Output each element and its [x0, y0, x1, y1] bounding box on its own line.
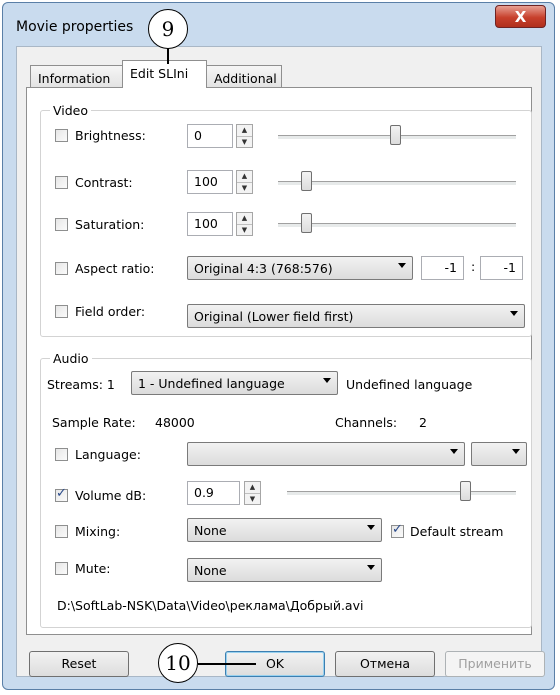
streams-label: Streams: 1: [47, 377, 115, 392]
aspect-ratio-label: Aspect ratio:: [75, 261, 155, 276]
saturation-slider-thumb[interactable]: [301, 213, 312, 233]
mute-label: Mute:: [75, 561, 111, 576]
brightness-slider-thumb[interactable]: [390, 125, 401, 145]
video-legend: Video: [50, 103, 92, 118]
close-button[interactable]: X: [495, 5, 546, 28]
language-dropdown[interactable]: [187, 442, 465, 466]
volume-input[interactable]: 0.9: [187, 481, 240, 505]
stream-dropdown[interactable]: 1 - Undefined language: [131, 371, 338, 395]
file-path: D:\SoftLab-NSK\Data\Video\реклама\Добрый…: [57, 598, 364, 613]
brightness-input[interactable]: 0: [187, 124, 233, 148]
volume-slider-thumb[interactable]: [460, 481, 471, 501]
brightness-spinner[interactable]: ▲ ▼: [236, 124, 253, 148]
callout-ten-leader: [198, 663, 256, 665]
mute-selected: None: [194, 563, 227, 578]
contrast-slider-track: [278, 181, 516, 186]
contrast-checkbox[interactable]: [55, 176, 68, 189]
saturation-input[interactable]: 100: [187, 212, 233, 236]
saturation-spinner[interactable]: ▲ ▼: [236, 212, 253, 236]
aspect-ratio-selected: Original 4:3 (768:576): [194, 261, 333, 276]
contrast-slider-thumb[interactable]: [301, 171, 312, 191]
chevron-down-icon: [323, 378, 331, 383]
aspect-separator: :: [471, 259, 476, 274]
language-secondary-dropdown[interactable]: [471, 442, 527, 466]
chevron-down-icon: [510, 311, 518, 316]
reset-button[interactable]: Reset: [29, 651, 129, 677]
mute-checkbox[interactable]: [55, 562, 68, 575]
apply-button[interactable]: Применить: [445, 651, 545, 677]
mixing-dropdown[interactable]: None: [187, 518, 382, 542]
language-label: Language:: [75, 447, 141, 462]
language-checkbox[interactable]: [55, 448, 68, 461]
field-order-label: Field order:: [75, 304, 146, 319]
channels-value: 2: [419, 415, 427, 430]
brightness-label: Brightness:: [75, 128, 146, 143]
aspect-ratio-dropdown[interactable]: Original 4:3 (768:576): [187, 256, 413, 280]
field-order-dropdown[interactable]: Original (Lower field first): [187, 304, 525, 328]
mixing-selected: None: [194, 523, 227, 538]
default-stream-checkbox[interactable]: [391, 522, 404, 538]
chevron-down-icon: [398, 263, 406, 268]
field-order-checkbox[interactable]: [55, 305, 68, 318]
volume-label: Volume dB:: [75, 488, 147, 503]
tab-information[interactable]: Information: [30, 65, 123, 87]
mixing-label: Mixing:: [75, 524, 121, 539]
aspect-y-input[interactable]: -1: [480, 256, 523, 280]
saturation-label: Saturation:: [75, 217, 145, 232]
brightness-checkbox[interactable]: [55, 129, 68, 142]
mute-dropdown[interactable]: None: [187, 558, 382, 582]
saturation-slider-track: [278, 223, 516, 228]
aspect-ratio-checkbox[interactable]: [55, 262, 68, 275]
callout-nine-leader: [167, 48, 169, 64]
sample-rate-value: 48000: [155, 415, 195, 430]
sample-rate-label: Sample Rate:: [52, 415, 136, 430]
tab-additional[interactable]: Additional: [206, 65, 282, 87]
default-stream-label: Default stream: [410, 524, 504, 539]
tab-edit-slini[interactable]: Edit SLIni: [122, 60, 207, 88]
mixing-checkbox[interactable]: [55, 525, 68, 538]
stream-language: Undefined language: [346, 377, 473, 392]
saturation-checkbox[interactable]: [55, 218, 68, 231]
chevron-down-icon: [367, 525, 375, 530]
contrast-spinner[interactable]: ▲ ▼: [236, 170, 253, 194]
callout-nine: 9: [148, 9, 188, 49]
chevron-down-icon: [512, 449, 520, 454]
cancel-button[interactable]: Отмена: [335, 651, 435, 677]
stream-selected: 1 - Undefined language: [138, 376, 285, 391]
aspect-x-input[interactable]: -1: [421, 256, 464, 280]
callout-ten: 10: [158, 643, 198, 683]
volume-spinner[interactable]: ▲ ▼: [244, 481, 261, 505]
audio-legend: Audio: [50, 351, 92, 366]
field-order-selected: Original (Lower field first): [194, 309, 354, 324]
window-title: Movie properties: [16, 19, 134, 35]
chevron-down-icon: [450, 449, 458, 454]
chevron-down-icon: [367, 565, 375, 570]
volume-checkbox[interactable]: [55, 486, 68, 502]
channels-label: Channels:: [335, 415, 398, 430]
contrast-label: Contrast:: [75, 175, 133, 190]
volume-slider-track: [287, 491, 516, 496]
contrast-input[interactable]: 100: [187, 170, 233, 194]
